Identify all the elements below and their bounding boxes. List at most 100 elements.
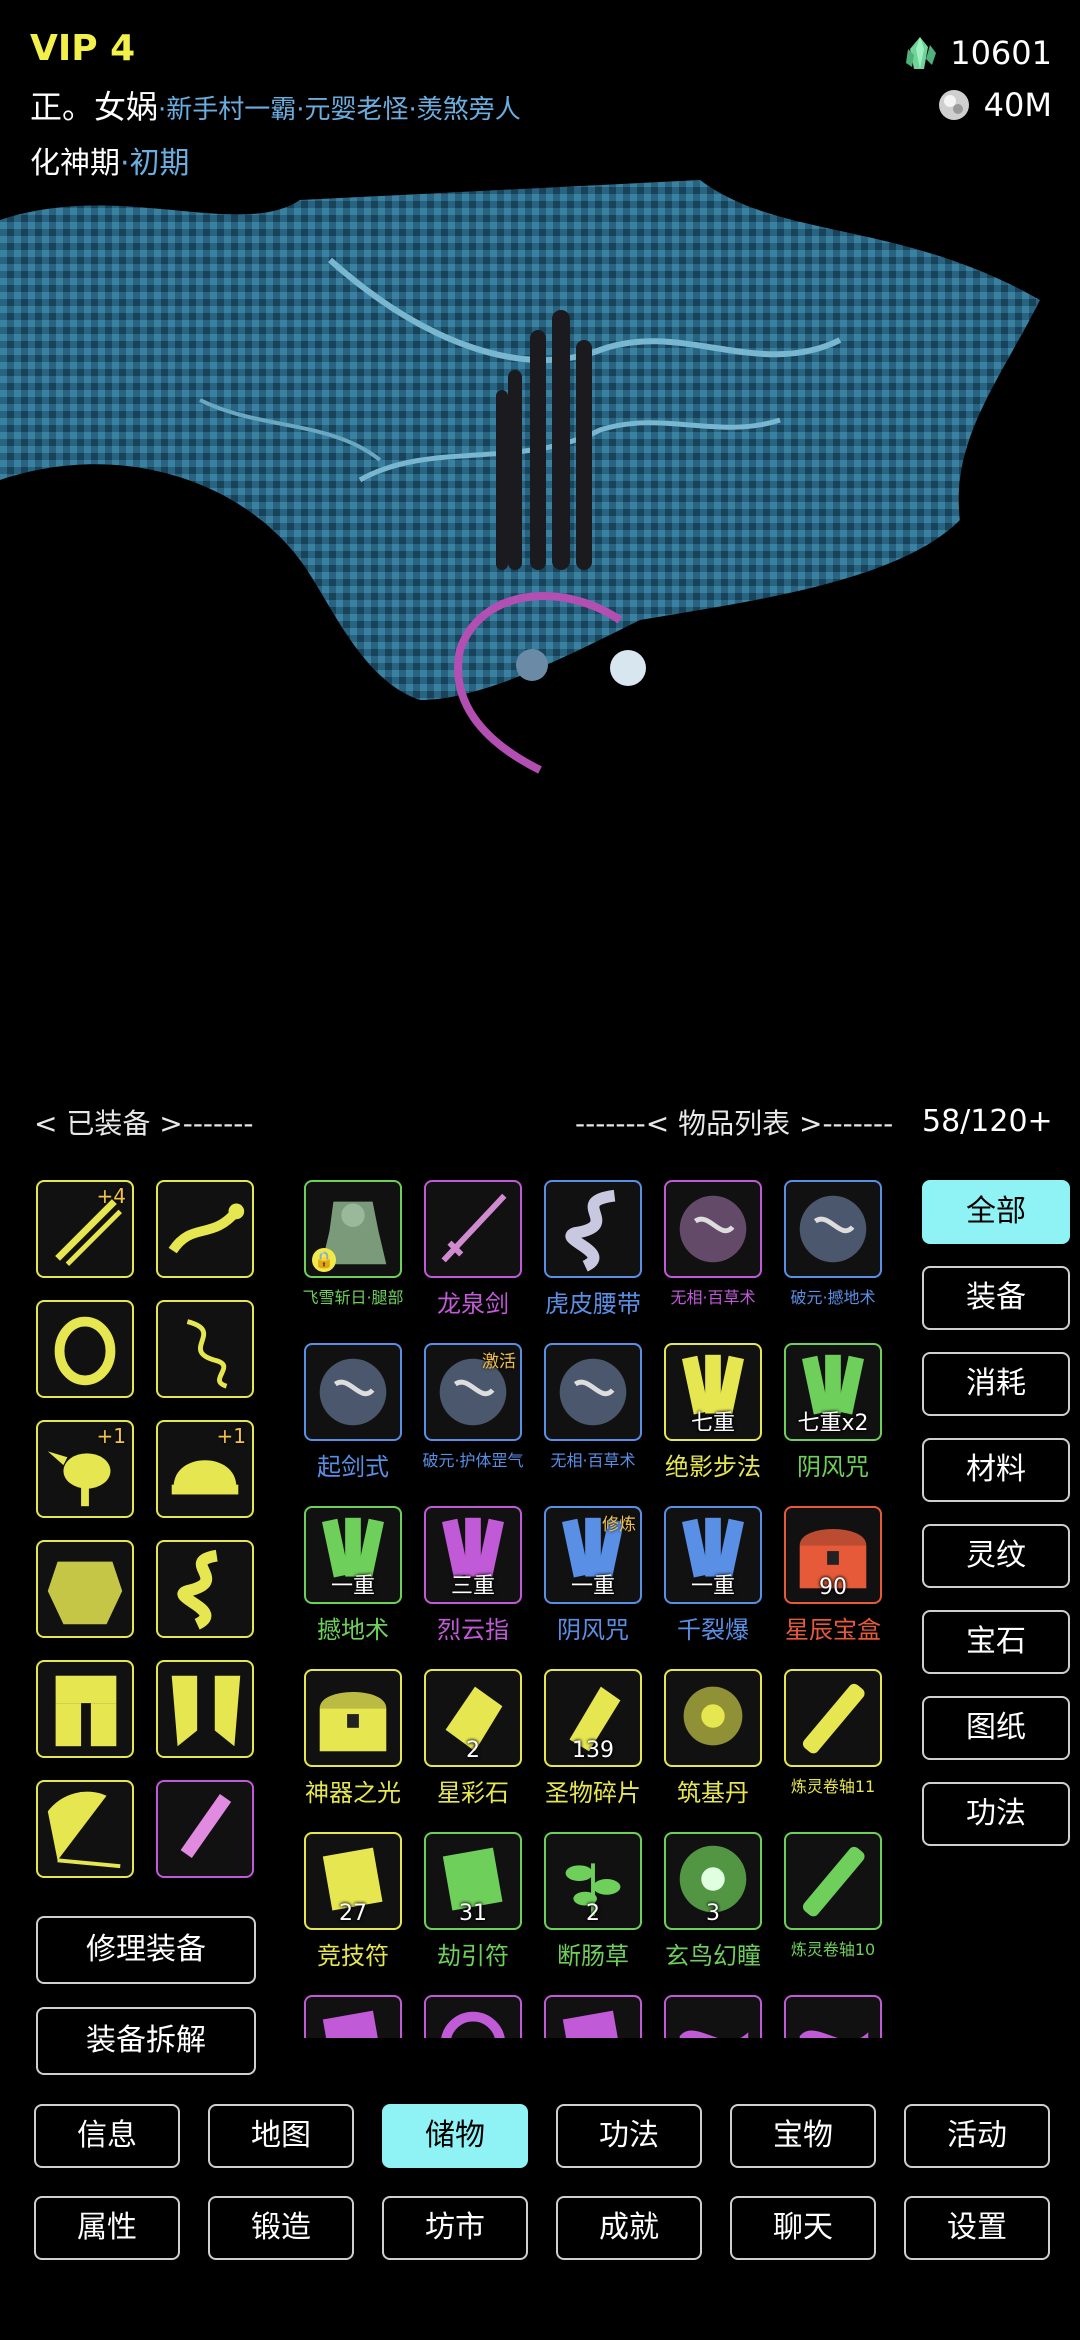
sword-icon <box>441 1193 507 1263</box>
item-name: 破元·撼地术 <box>790 1288 876 1307</box>
equipped-slot[interactable] <box>156 1780 254 1878</box>
item-quantity: 27 <box>339 1901 367 1926</box>
item-slot[interactable] <box>304 1343 402 1441</box>
nav-button[interactable]: 成就 <box>556 2196 702 2260</box>
leg-armor-icon <box>55 1675 117 1747</box>
item-slot[interactable]: 七重x2 <box>784 1343 882 1441</box>
realm-name: 化神期 <box>30 146 120 181</box>
item-slot[interactable] <box>544 1343 642 1441</box>
skill-orb-icon <box>559 1358 627 1426</box>
jade-amount: 10601 <box>950 34 1052 72</box>
nav-button[interactable]: 宝物 <box>730 2104 876 2168</box>
dismantle-equipment-button[interactable]: 装备拆解 <box>36 2007 256 2075</box>
nav-button[interactable]: 信息 <box>34 2104 180 2168</box>
item-slot[interactable]: 一重 修炼 <box>544 1506 642 1604</box>
equipped-slot[interactable] <box>36 1300 134 1398</box>
nav-button[interactable]: 坊市 <box>382 2196 528 2260</box>
item-slot[interactable] <box>424 1995 522 2038</box>
item-slot[interactable] <box>424 1180 522 1278</box>
item-name: 虎皮腰带 <box>545 1290 641 1318</box>
item-slot[interactable] <box>664 1180 762 1278</box>
item-quantity: 七重x2 <box>797 1411 869 1436</box>
item-list[interactable]: 🔒 飞雪斩日·腿部 龙泉剑 虎皮腰带 无相·百草术 破元·撼地术 起剑式 激活 破元·护体罡气无… <box>296 1170 916 2038</box>
item-slot[interactable]: 139 <box>544 1669 642 1767</box>
item-quantity: 31 <box>459 1901 487 1926</box>
equipped-slot[interactable]: +1 <box>36 1420 134 1518</box>
filter-tab[interactable]: 灵纹 <box>922 1524 1070 1588</box>
nav-button[interactable]: 设置 <box>904 2196 1050 2260</box>
belt-icon <box>565 1189 616 1272</box>
item-slot[interactable]: 🔒 <box>304 1180 402 1278</box>
nav-button[interactable]: 储物 <box>382 2104 528 2168</box>
nav-button[interactable]: 活动 <box>904 2104 1050 2168</box>
item-name: 玄鸟幻瞳 <box>665 1942 761 1970</box>
equipped-slot[interactable] <box>36 1660 134 1758</box>
world-map-art <box>0 180 1040 800</box>
item-quantity: 3 <box>706 1901 720 1926</box>
equipped-slot[interactable] <box>36 1780 134 1878</box>
item-name: 圣物碎片 <box>545 1779 641 1807</box>
nav-button[interactable]: 属性 <box>34 2196 180 2260</box>
spirit-serpent-icon <box>186 1319 228 1389</box>
item-slot[interactable]: 三重 <box>424 1506 522 1604</box>
equipped-slot[interactable]: +1 <box>156 1420 254 1518</box>
skill-orb-icon <box>799 1195 867 1263</box>
filter-tab[interactable]: 宝石 <box>922 1610 1070 1674</box>
filter-tab[interactable]: 功法 <box>922 1782 1070 1846</box>
game-scene[interactable] <box>0 180 1080 1060</box>
realm-stage: ·初期 <box>120 146 190 181</box>
item-name: 断肠草 <box>557 1942 629 1970</box>
item-slot[interactable] <box>544 1180 642 1278</box>
talisman-icon <box>562 2010 623 2038</box>
filter-tab[interactable]: 消耗 <box>922 1352 1070 1416</box>
talisman-icon <box>322 2010 383 2038</box>
item-name: 竞技符 <box>317 1942 389 1970</box>
nav-button[interactable]: 功法 <box>556 2104 702 2168</box>
skill-orb-icon <box>679 1195 747 1263</box>
item-slot[interactable]: 2 <box>424 1669 522 1767</box>
item-slot[interactable] <box>304 1669 402 1767</box>
nav-button[interactable]: 聊天 <box>730 2196 876 2260</box>
item-slot[interactable] <box>784 1180 882 1278</box>
filter-tab[interactable]: 材料 <box>922 1438 1070 1502</box>
equipped-slot[interactable] <box>156 1180 254 1278</box>
equipped-slot[interactable] <box>156 1300 254 1398</box>
chest-icon <box>319 1692 387 1752</box>
item-name: 绝影步法 <box>665 1453 761 1481</box>
item-slot[interactable]: 27 <box>304 1832 402 1930</box>
item-quantity: 2 <box>586 1901 600 1926</box>
item-slot[interactable]: 七重 <box>664 1343 762 1441</box>
item-slot[interactable] <box>784 1669 882 1767</box>
item-slot[interactable] <box>544 1995 642 2038</box>
item-slot[interactable]: 激活 <box>424 1343 522 1441</box>
filter-tab[interactable]: 装备 <box>922 1266 1070 1330</box>
armor-icon <box>47 1561 123 1625</box>
item-name: 破元·护体罡气 <box>422 1451 524 1470</box>
nav-button[interactable]: 锻造 <box>208 2196 354 2260</box>
item-slot[interactable]: 90 <box>784 1506 882 1604</box>
item-quantity: 一重 <box>570 1574 615 1599</box>
item-slot[interactable] <box>664 1995 762 2038</box>
item-slot[interactable] <box>664 1669 762 1767</box>
equipped-slot[interactable]: +4 <box>36 1180 134 1278</box>
item-slot[interactable] <box>784 1995 882 2038</box>
equipped-slot[interactable] <box>156 1540 254 1638</box>
item-slot[interactable] <box>784 1832 882 1930</box>
jade-currency: 10601 <box>902 34 1052 72</box>
item-slot[interactable]: 一重 <box>664 1506 762 1604</box>
equipped-slot[interactable] <box>156 1660 254 1758</box>
scroll-icon <box>802 1683 865 1754</box>
item-slot[interactable]: 31 <box>424 1832 522 1930</box>
flower-pill-icon <box>683 1686 743 1746</box>
item-slot[interactable]: 一重 <box>304 1506 402 1604</box>
item-quantity: 2 <box>466 1738 480 1763</box>
filter-tab[interactable]: 全部 <box>922 1180 1070 1244</box>
nav-button[interactable]: 地图 <box>208 2104 354 2168</box>
item-slot[interactable]: 2 <box>544 1832 642 1930</box>
equipped-slot[interactable] <box>36 1540 134 1638</box>
filter-tab[interactable]: 图纸 <box>922 1696 1070 1760</box>
repair-equipment-button[interactable]: 修理装备 <box>36 1916 256 1984</box>
item-name: 阴风咒 <box>797 1453 869 1481</box>
item-slot[interactable]: 3 <box>664 1832 762 1930</box>
item-slot[interactable] <box>304 1995 402 2038</box>
